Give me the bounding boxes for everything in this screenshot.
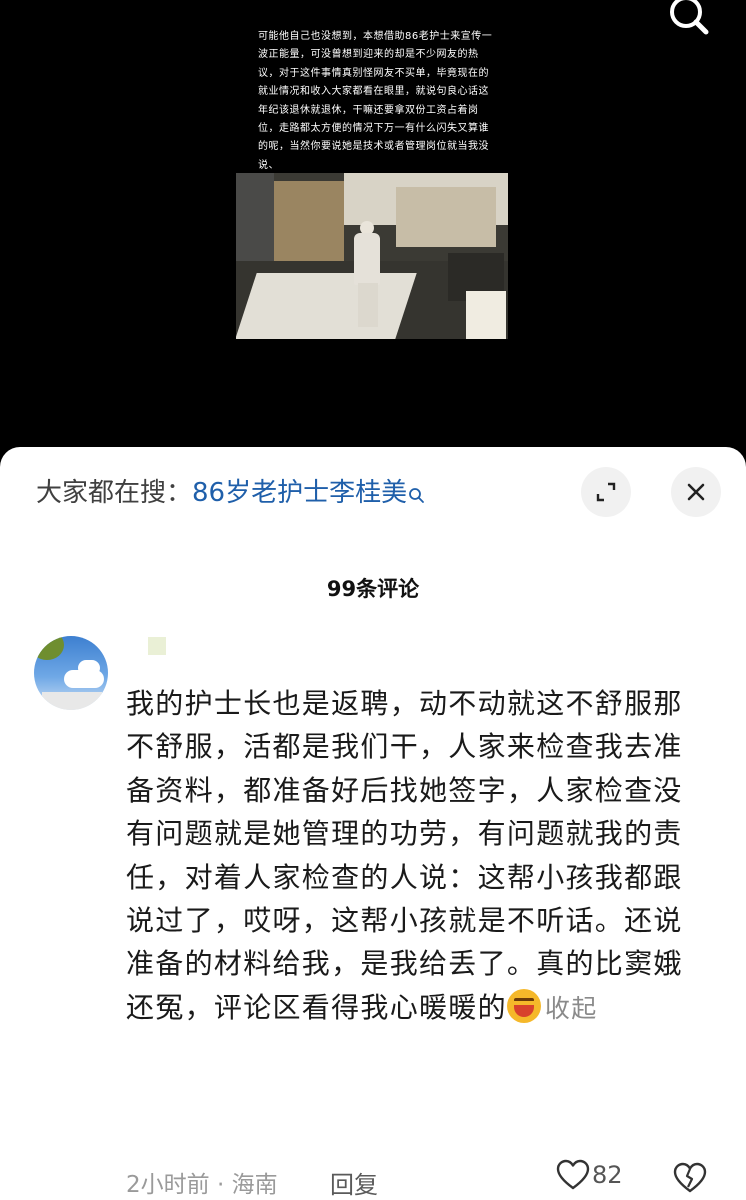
search-icon: [408, 477, 426, 503]
dislike-button[interactable]: [673, 1161, 707, 1195]
video-caption: 可能他自己也没想到，本想借助86老护士来宣传一波正能量，可没曾想到迎来的却是不少…: [258, 31, 493, 171]
expand-icon: [596, 482, 616, 502]
username[interactable]: [148, 637, 166, 655]
like-button[interactable]: 82: [556, 1159, 623, 1195]
comment-count-title: 99条评论: [326, 577, 420, 601]
close-icon: [687, 483, 705, 501]
comment-meta: 2小时前 · 海南: [126, 1172, 278, 1198]
comment-text: 我的护士长也是返聘，动不动就这不舒服那不舒服，活都是我们干，人家来检查我去准备资…: [126, 687, 683, 1024]
close-button[interactable]: [671, 467, 721, 517]
heart-icon: [556, 1159, 590, 1190]
comment-sheet: 大家都在搜：86岁老护士李桂美 99条评论 我的护士长也是返聘，动不动就这不舒服…: [0, 447, 746, 1200]
laughing-emoji-icon: [506, 988, 541, 1023]
like-count: 82: [592, 1161, 623, 1189]
search-icon[interactable]: [666, 0, 712, 40]
hot-search-prefix: 大家都在搜：: [36, 478, 193, 508]
reply-button[interactable]: 回复: [330, 1165, 378, 1200]
avatar[interactable]: [34, 636, 108, 710]
video-player[interactable]: 可能他自己也没想到，本想借助86老护士来宣传一波正能量，可没曾想到迎来的却是不少…: [0, 0, 746, 450]
collapse-link[interactable]: 收起: [545, 994, 598, 1023]
hot-search-bar[interactable]: 大家都在搜：86岁老护士李桂美: [36, 473, 426, 513]
hot-search-term[interactable]: 86岁老护士李桂美: [192, 478, 407, 508]
broken-heart-icon: [673, 1162, 707, 1193]
video-frame-image: [236, 173, 508, 339]
expand-button[interactable]: [581, 467, 631, 517]
comment-body: 我的护士长也是返聘，动不动就这不舒服那不舒服，活都是我们干，人家来检查我去准备资…: [126, 682, 701, 1030]
